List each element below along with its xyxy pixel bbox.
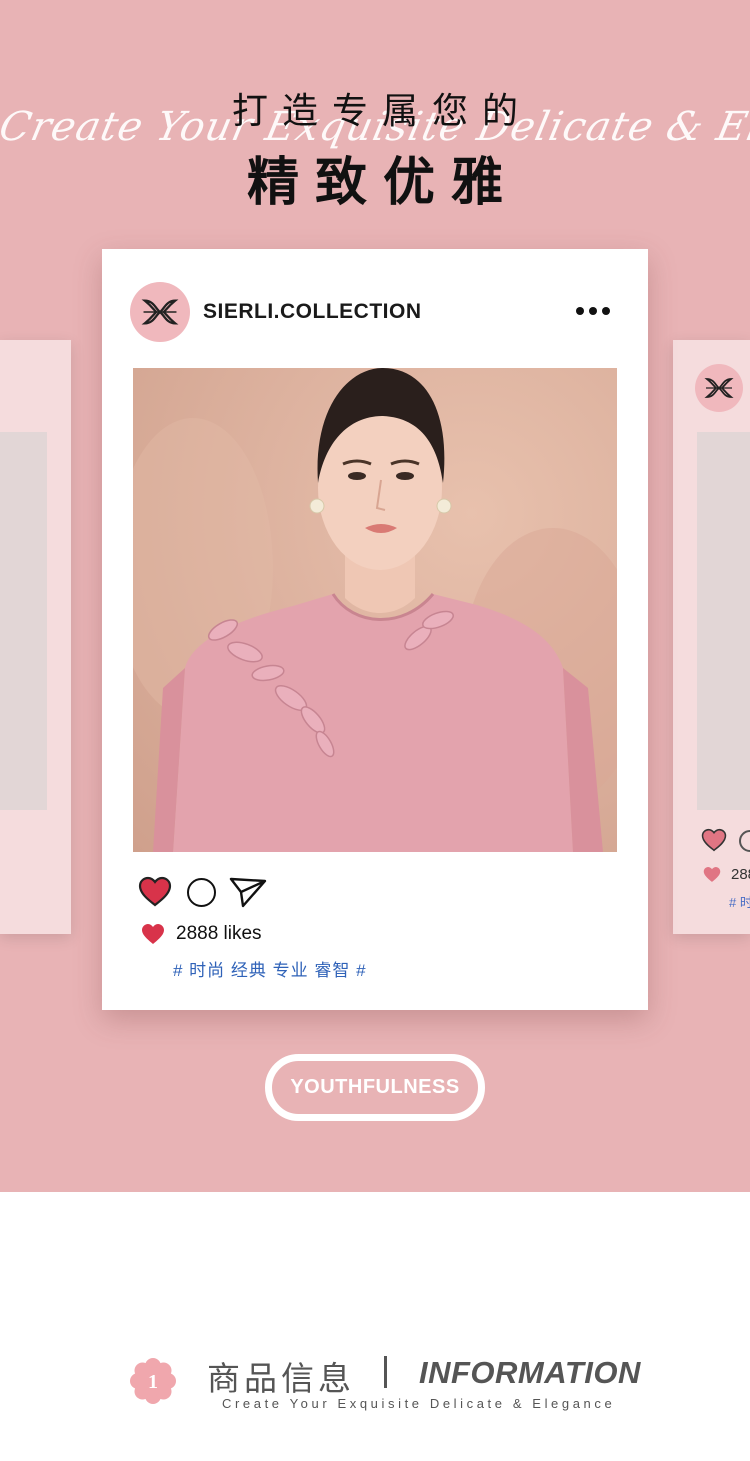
post-hashtags[interactable]: # 时尚 经典 专业 睿智 # [173, 956, 367, 981]
more-icon[interactable] [576, 307, 610, 315]
section-subtitle: Create Your Exquisite Delicate & Eleganc… [222, 1396, 616, 1411]
side-card-right[interactable]: 288 # 时 [673, 340, 750, 934]
likes-count[interactable]: 2888 likes [176, 923, 262, 945]
share-icon[interactable] [229, 875, 267, 909]
like-count-heart-icon [703, 867, 721, 882]
side-card-right-image [697, 432, 750, 810]
logo-icon[interactable] [130, 282, 190, 342]
side-card-left-image [0, 432, 47, 810]
heart-icon[interactable] [138, 876, 172, 907]
flower-icon: 1 [130, 1358, 176, 1404]
like-count-heart-icon [142, 924, 164, 944]
section-number: 1 [148, 1371, 158, 1393]
side-hashtags[interactable]: # 时 [729, 892, 750, 911]
title-separator [384, 1356, 387, 1388]
section-title-cn: 商品信息 [207, 1359, 355, 1398]
comment-icon[interactable] [187, 878, 216, 907]
title-line-1: 打造专属您的 [231, 91, 532, 132]
section-title-en: INFORMATION [419, 1355, 641, 1390]
youthfulness-pill-button[interactable]: YOUTHFULNESS [265, 1054, 485, 1121]
logo-icon [695, 364, 743, 412]
hero-section: Create Your Exquisite Delicate & Eleganc… [0, 0, 750, 1192]
post-username[interactable]: SIERLI.COLLECTION [203, 300, 422, 324]
post-photo [133, 368, 617, 852]
side-card-left[interactable] [0, 340, 71, 934]
post-card: SIERLI.COLLECTION 2888 likes # 时尚 经典 专业 … [102, 249, 648, 1010]
title-line-2: 精致优雅 [246, 153, 519, 213]
heart-icon[interactable] [701, 828, 727, 852]
side-likes-text: 288 [731, 866, 750, 883]
comment-icon[interactable] [739, 830, 750, 852]
